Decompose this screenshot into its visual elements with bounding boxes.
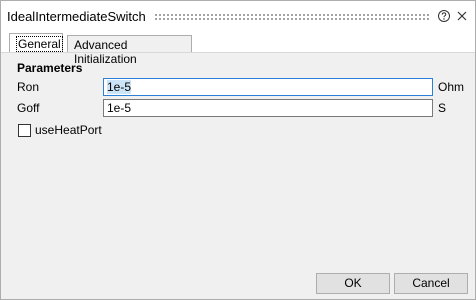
tab-advanced-initialization[interactable]: Advanced Initialization: [67, 35, 192, 66]
goff-value: 1e-5: [107, 101, 132, 115]
parameters-heading: Parameters: [17, 61, 83, 75]
goff-unit: S: [438, 101, 447, 115]
title-bar[interactable]: IdealIntermediateSwitch: [1, 1, 475, 31]
ron-value: 1e-5: [107, 80, 132, 94]
tab-divider: [1, 52, 475, 53]
cancel-button-label: Cancel: [412, 276, 450, 290]
goff-input[interactable]: 1e-5: [103, 99, 433, 117]
use-heat-port-label[interactable]: useHeatPort: [35, 123, 102, 137]
tab-general[interactable]: General: [9, 33, 63, 53]
close-icon[interactable]: [455, 9, 469, 23]
tab-bar: General Advanced Initialization: [1, 31, 475, 66]
ok-button[interactable]: OK: [316, 273, 390, 294]
ron-label: Ron: [17, 80, 40, 94]
help-icon[interactable]: [437, 9, 451, 23]
ok-button-label: OK: [344, 276, 362, 290]
ron-input[interactable]: 1e-5: [103, 78, 433, 96]
tab-general-label: General: [16, 36, 63, 52]
drag-grip[interactable]: [154, 13, 429, 20]
dialog-window: IdealIntermediateSwitch General Advanced…: [0, 0, 476, 300]
ron-unit: Ohm: [438, 80, 465, 94]
goff-label: Goff: [17, 101, 40, 115]
cancel-button[interactable]: Cancel: [394, 273, 468, 294]
window-title: IdealIntermediateSwitch: [7, 9, 146, 24]
use-heat-port-checkbox[interactable]: [18, 124, 31, 137]
